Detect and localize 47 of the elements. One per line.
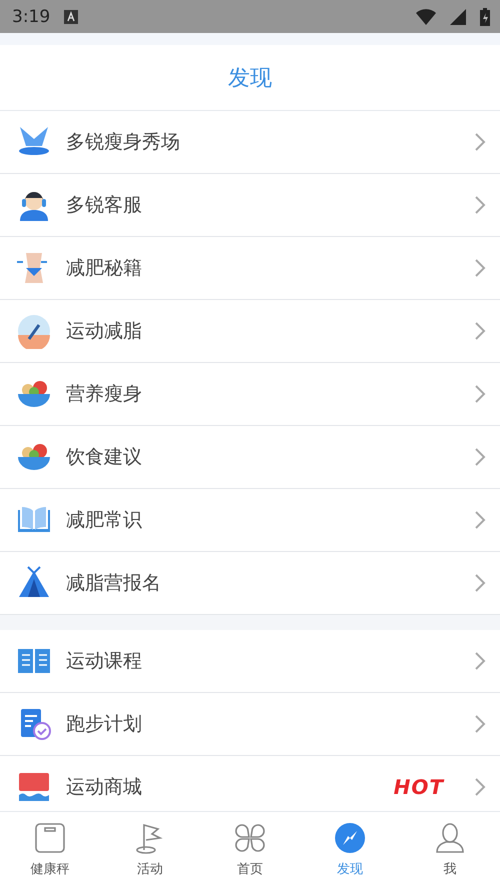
menu-label: 运动减脂 bbox=[66, 319, 143, 344]
menu-label: 营养瘦身 bbox=[66, 382, 143, 407]
chevron-right-icon bbox=[474, 510, 486, 530]
tab[interactable]: 首页 bbox=[200, 812, 300, 888]
menu-label: 饮食建议 bbox=[66, 445, 143, 470]
chevron-right-icon bbox=[474, 447, 486, 467]
tab[interactable]: 我 bbox=[400, 812, 500, 888]
tab[interactable]: 活动 bbox=[100, 812, 200, 888]
menu-label: 多锐瘦身秀场 bbox=[66, 130, 181, 155]
menu-label: 多锐客服 bbox=[66, 193, 143, 218]
wifi-icon bbox=[416, 8, 436, 24]
status-time: 3:19 bbox=[12, 6, 50, 26]
menu-label: 减肥秘籍 bbox=[66, 256, 143, 281]
clover-icon bbox=[234, 822, 266, 854]
menu-row[interactable]: 减肥秘籍 bbox=[0, 237, 500, 300]
menu-label: 减肥常识 bbox=[66, 508, 143, 533]
chevron-right-icon bbox=[474, 714, 486, 734]
chevron-right-icon bbox=[474, 321, 486, 341]
signal-icon bbox=[450, 8, 466, 24]
chevron-right-icon bbox=[474, 195, 486, 215]
menu-label: 运动课程 bbox=[66, 649, 143, 674]
menu-label: 跑步计划 bbox=[66, 712, 143, 737]
menu-row[interactable]: 运动课程 bbox=[0, 630, 500, 693]
chevron-right-icon bbox=[474, 132, 486, 152]
menu-row[interactable]: 多锐客服 bbox=[0, 174, 500, 237]
menu-row[interactable]: 饮食建议 bbox=[0, 426, 500, 489]
page-title: 发现 bbox=[228, 64, 272, 92]
menu-label: 减脂营报名 bbox=[66, 571, 162, 596]
chevron-right-icon bbox=[474, 651, 486, 671]
beach-icon bbox=[16, 313, 52, 349]
chevron-right-icon bbox=[474, 573, 486, 593]
tab[interactable]: 健康秤 bbox=[0, 812, 100, 888]
menu-row[interactable]: 跑步计划 bbox=[0, 693, 500, 756]
hot-label: HOT bbox=[394, 775, 444, 799]
chevron-right-icon bbox=[474, 777, 486, 797]
notification-icon bbox=[64, 10, 78, 24]
battery-icon bbox=[480, 8, 490, 26]
menu-row[interactable]: 减脂营报名 bbox=[0, 552, 500, 615]
chevron-right-icon bbox=[474, 258, 486, 278]
menu-row[interactable]: 运动减脂 bbox=[0, 300, 500, 363]
menu-row[interactable]: 多锐瘦身秀场 bbox=[0, 111, 500, 174]
scale-icon bbox=[34, 822, 66, 854]
menu-row[interactable]: 减肥常识 bbox=[0, 489, 500, 552]
menu-label: 运动商城 bbox=[66, 775, 143, 800]
chevron-right-icon bbox=[474, 384, 486, 404]
menu-row[interactable]: 营养瘦身 bbox=[0, 363, 500, 426]
person-icon bbox=[434, 822, 466, 854]
